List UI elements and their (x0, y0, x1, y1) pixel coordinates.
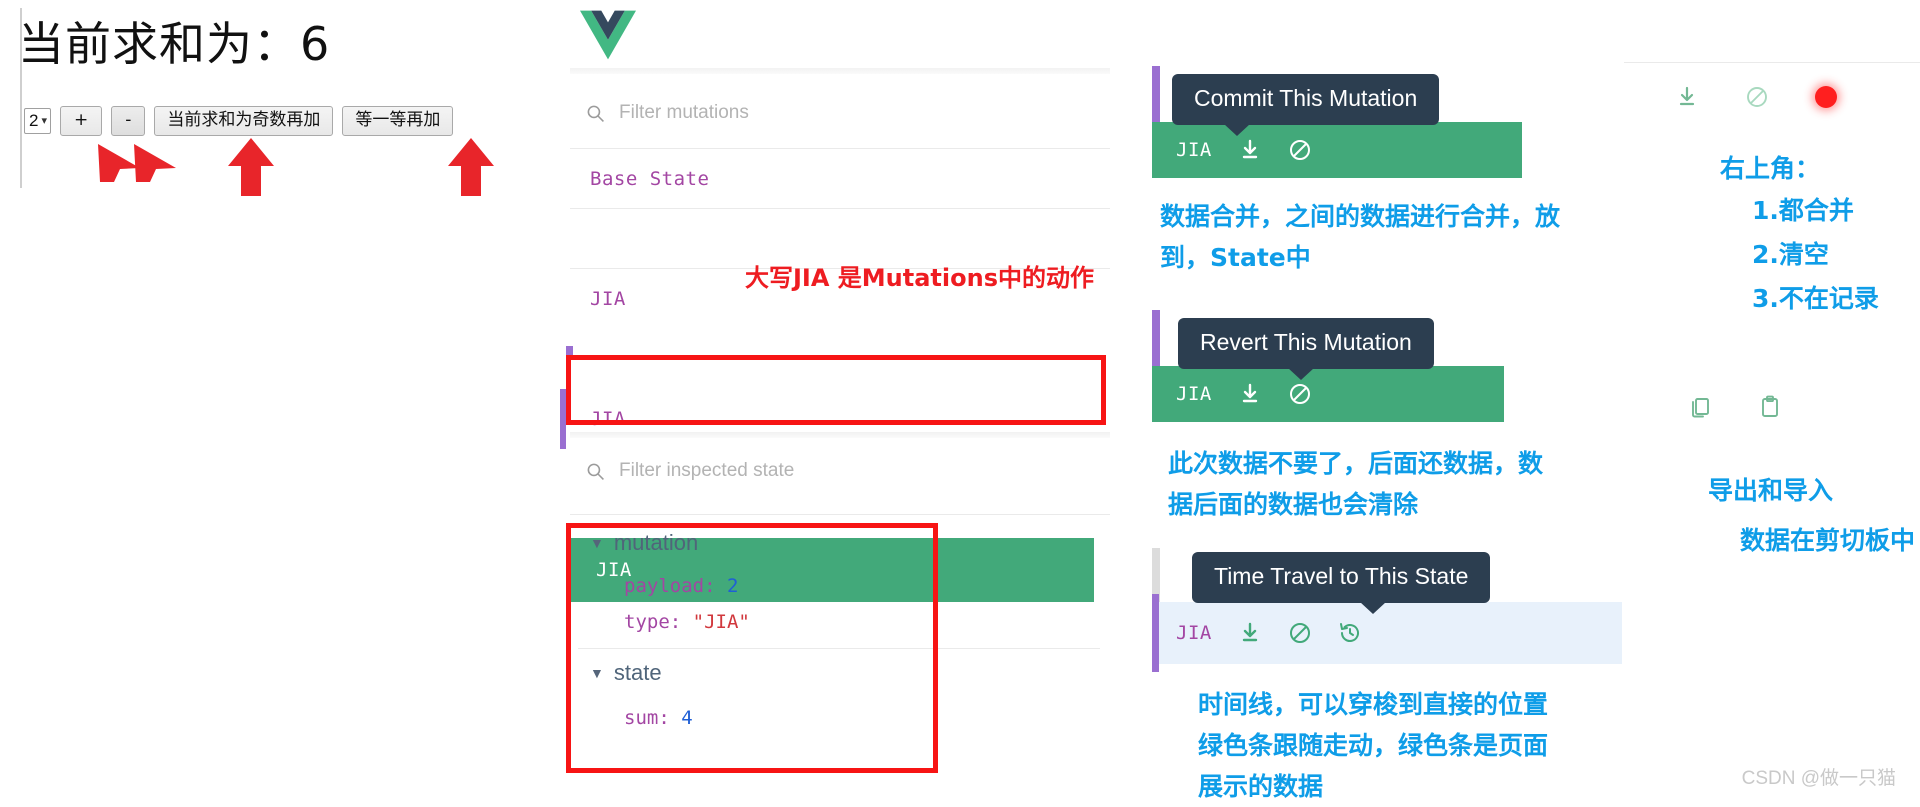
annotation-export-title: 导出和导入 (1708, 476, 1834, 505)
search-icon (587, 463, 604, 480)
paste-icon[interactable] (1758, 395, 1782, 419)
annotation-topright-title: 右上角： (1720, 154, 1821, 183)
chevron-down-icon: ▾ (41, 115, 47, 128)
revert-row-active-bar (1152, 310, 1160, 368)
tooltip-label: Revert This Mutation (1200, 329, 1412, 355)
tooltip-label: Commit This Mutation (1194, 85, 1418, 111)
timetravel-mutation-row[interactable]: JIA (1152, 594, 1622, 672)
mutation-active-bar (1152, 594, 1159, 672)
filter-mutations-input[interactable]: Filter mutations (560, 82, 1120, 144)
watermark: CSDN @做一只猫 (1741, 768, 1896, 789)
mutation-label: JIA (1176, 383, 1212, 405)
demo-app-panel: 当前求和为：6 2 ▾ + - 当前求和为奇数再加 等一等再加 (0, 0, 560, 804)
tooltip-commit-this-mutation: Commit This Mutation (1172, 74, 1440, 136)
highlight-box-inspected-state (566, 523, 938, 773)
annotation-revert-note: 此次数据不要了，后面还数据，数 据后面的数据也会清除 (1168, 443, 1608, 525)
download-icon[interactable] (1238, 138, 1262, 162)
toolbar-divider (570, 68, 1110, 74)
annotation-timetravel-note: 时间线，可以穿梭到直接的位置 绿色条跟随走动，绿色条是页面 展示的数据 (1198, 684, 1628, 807)
mutation-label: JIA (1176, 622, 1212, 644)
up-arrow-add-if-odd (228, 138, 274, 196)
download-icon[interactable] (1238, 621, 1262, 645)
annotation-topright-3: 3.不在记录 (1752, 284, 1879, 313)
tooltip-time-travel-to-this-state: Time Travel to This State (1192, 552, 1491, 614)
annotation-mutations-note: 大写JIA 是Mutations中的动作 (745, 264, 1094, 292)
vue-logo-icon (580, 10, 636, 60)
annotation-line: 数据合并，之间的数据进行合并，放 (1160, 202, 1561, 231)
copy-icon[interactable] (1688, 395, 1712, 419)
annotation-line: 展示的数据 (1198, 772, 1324, 801)
divider (570, 432, 1110, 438)
annotation-line: 据后面的数据也会清除 (1168, 490, 1419, 519)
commit-mutation-row[interactable]: JIA (1152, 122, 1522, 178)
divider (570, 208, 1110, 209)
annotation-export-sub: 数据在剪切板中 (1740, 526, 1916, 555)
filter-mutations-placeholder: Filter mutations (619, 102, 749, 123)
filter-inspected-state-placeholder: Filter inspected state (619, 460, 795, 481)
commit-row-active-bar (1152, 66, 1160, 124)
download-icon[interactable] (1675, 85, 1699, 109)
plus-button[interactable]: + (60, 106, 103, 136)
minus-button[interactable]: - (111, 106, 146, 136)
revert-icon[interactable] (1288, 621, 1312, 645)
highlight-box-selected-mutation (566, 355, 1106, 425)
annotation-line: 此次数据不要了，后面还数据，数 (1168, 449, 1544, 478)
divider (1624, 62, 1920, 63)
app-controls: 2 ▾ + - 当前求和为奇数再加 等一等再加 (24, 106, 454, 136)
devtools-toolbar-icons (1675, 85, 1837, 109)
tooltip-notch (1360, 602, 1386, 614)
mutation-label: JIA (1176, 139, 1212, 161)
mutation-row-base-state[interactable]: Base State (560, 149, 1120, 209)
mutation-label: Base State (590, 168, 710, 190)
tooltip-notch (1288, 368, 1314, 380)
mutation-label: JIA (590, 288, 626, 310)
annotation-commit-note: 数据合并，之间的数据进行合并，放 到，State中 (1160, 196, 1580, 278)
add-if-odd-button[interactable]: 当前求和为奇数再加 (154, 106, 334, 136)
divider (570, 514, 1110, 515)
quantity-select-value: 2 (29, 110, 39, 130)
filter-inspected-state-input[interactable]: Filter inspected state (560, 440, 1120, 502)
clear-icon[interactable] (1745, 85, 1769, 109)
annotation-line: 到，State中 (1160, 243, 1311, 272)
tooltip-label: Time Travel to This State (1214, 563, 1469, 589)
download-icon[interactable] (1238, 382, 1262, 406)
pointer-arrow-minus (134, 144, 176, 182)
page-title: 当前求和为：6 (18, 17, 331, 71)
add-later-button[interactable]: 等一等再加 (342, 106, 454, 136)
revert-mutation-row[interactable]: JIA (1152, 366, 1504, 422)
record-toggle-icon[interactable] (1815, 86, 1837, 108)
annotation-line: 绿色条跟随走动，绿色条是页面 (1198, 731, 1549, 760)
annotation-topright-2: 2.清空 (1752, 240, 1829, 269)
revert-icon[interactable] (1288, 382, 1312, 406)
up-arrow-add-later (448, 138, 494, 196)
tooltip-notch (1224, 124, 1250, 136)
annotation-topright-1: 1.都合并 (1752, 196, 1854, 225)
devtools-clipboard-icons (1688, 395, 1782, 419)
annotation-line: 时间线，可以穿梭到直接的位置 (1198, 690, 1549, 719)
time-travel-icon[interactable] (1338, 621, 1362, 645)
quantity-select[interactable]: 2 ▾ (24, 107, 51, 134)
tooltip-revert-this-mutation: Revert This Mutation (1178, 318, 1434, 380)
revert-icon[interactable] (1288, 138, 1312, 162)
search-icon (587, 105, 604, 122)
